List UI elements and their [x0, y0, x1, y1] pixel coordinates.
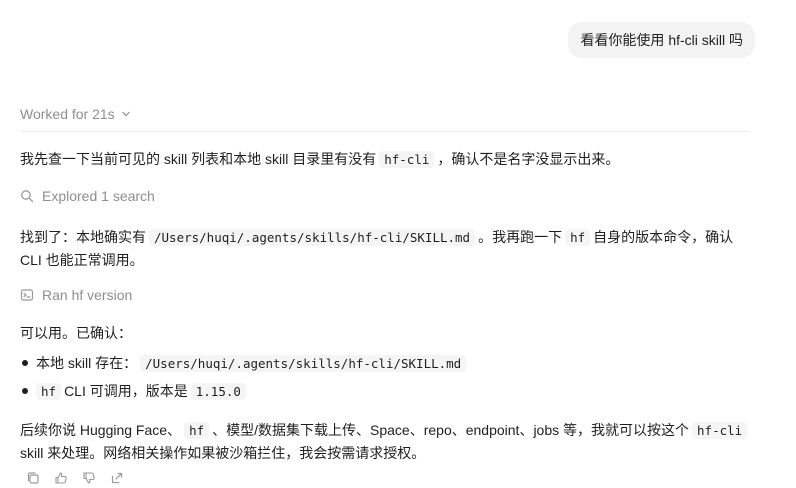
text: CLI 可调用，版本是	[64, 383, 188, 399]
share-icon	[111, 472, 123, 484]
user-message-bubble: 看看你能使用 hf-cli skill 吗	[568, 22, 755, 58]
text: skill 来处理。网络相关操作如果被沙箱拦住，我会按需请求授权。	[20, 445, 426, 461]
text: 。我再跑一下	[478, 229, 563, 245]
activity-label: Ran hf version	[42, 287, 133, 303]
thumbs-up-button[interactable]	[52, 470, 70, 486]
text: CLI 也能正常调用。	[20, 252, 144, 268]
thumbs-down-icon	[83, 472, 95, 484]
message-actions	[24, 470, 126, 486]
search-icon	[21, 190, 34, 203]
inline-code: /Users/huqi/.agents/skills/hf-cli/SKILL.…	[149, 229, 476, 246]
text: 找到了：本地确实有	[20, 229, 146, 245]
chevron-down-icon	[122, 111, 130, 117]
activity-label: Explored 1 search	[42, 188, 155, 204]
worked-duration-toggle[interactable]: Worked for 21s	[20, 106, 131, 122]
inline-code: /Users/huqi/.agents/skills/hf-cli/SKILL.…	[140, 355, 467, 372]
assistant-paragraph-3: 可以用。已确认：	[20, 325, 132, 341]
copy-icon	[27, 472, 39, 484]
assistant-paragraph-2: 找到了：本地确实有/Users/huqi/.agents/skills/hf-c…	[20, 226, 760, 271]
inline-code: hf-cli	[379, 151, 435, 168]
share-button[interactable]	[108, 470, 126, 486]
list-item: 本地 skill 存在：/Users/huqi/.agents/skills/h…	[20, 352, 469, 380]
text: 自身的版本命令，确认	[593, 229, 734, 245]
terminal-icon	[20, 289, 34, 301]
inline-code: hf	[36, 383, 62, 400]
text: 后续你说 Hugging Face、	[20, 422, 182, 438]
text: 本地 skill 存在：	[36, 355, 138, 371]
confirmation-list: 本地 skill 存在：/Users/huqi/.agents/skills/h…	[20, 352, 469, 408]
worked-duration-label: Worked for 21s	[20, 106, 115, 122]
ran-command-activity[interactable]: Ran hf version	[20, 287, 132, 303]
inline-code: hf	[184, 422, 210, 439]
assistant-paragraph-4: 后续你说 Hugging Face、 hf 、模型/数据集下载上传、Space、re…	[20, 419, 760, 464]
copy-button[interactable]	[24, 470, 42, 486]
inline-code: 1.15.0	[190, 383, 246, 400]
list-item: hf CLI 可调用，版本是 1.15.0	[20, 380, 469, 408]
thumbs-down-button[interactable]	[80, 470, 98, 486]
text: 、模型/数据集下载上传、Space、repo、endpoint、jobs 等，我…	[212, 422, 690, 438]
assistant-paragraph-1: 我先查一下当前可见的 skill 列表和本地 skill 目录里有没有 hf-cl…	[20, 148, 760, 171]
inline-code: hf	[565, 229, 591, 246]
explored-search-activity[interactable]: Explored 1 search	[20, 188, 155, 204]
thumbs-up-icon	[55, 472, 67, 484]
divider	[20, 131, 750, 132]
inline-code: hf-cli	[692, 422, 748, 439]
user-message-row: 看看你能使用 hf-cli skill 吗	[568, 22, 755, 58]
text: ，确认不是名字没显示出来。	[437, 151, 620, 167]
text: 我先查一下当前可见的 skill 列表和本地 skill 目录里有没有	[20, 151, 377, 167]
